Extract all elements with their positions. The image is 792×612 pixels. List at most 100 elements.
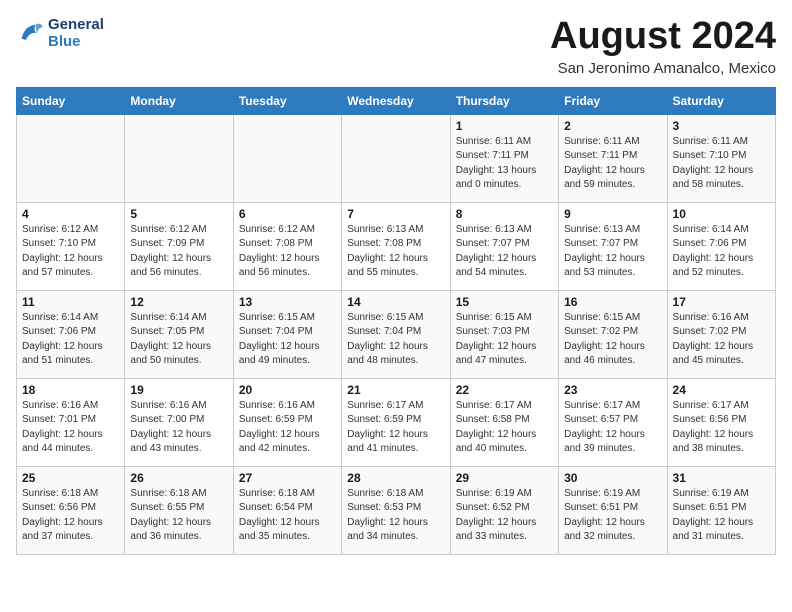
day-number: 28	[347, 471, 444, 485]
day-number: 29	[456, 471, 553, 485]
day-info: Sunrise: 6:17 AM Sunset: 6:59 PM Dayligh…	[347, 399, 444, 457]
calendar-cell	[125, 114, 233, 202]
calendar-cell: 30Sunrise: 6:19 AM Sunset: 6:51 PM Dayli…	[559, 466, 667, 554]
day-info: Sunrise: 6:19 AM Sunset: 6:52 PM Dayligh…	[456, 487, 553, 545]
day-info: Sunrise: 6:13 AM Sunset: 7:07 PM Dayligh…	[564, 223, 661, 281]
calendar-cell: 4 Sunrise: 6:12 AM Sunset: 7:10 PM Daylig…	[17, 202, 125, 290]
day-number: 27	[239, 471, 336, 485]
calendar-cell: 6 Sunrise: 6:12 AM Sunset: 7:08 PM Daylig…	[233, 202, 341, 290]
day-info: Sunrise: 6:15 AM Sunset: 7:03 PM Dayligh…	[456, 311, 553, 369]
day-number: 15	[456, 295, 553, 309]
calendar-cell: 28 Sunrise: 6:18 AM Sunset: 6:53 PM Dayli…	[342, 466, 450, 554]
calendar-cell	[17, 114, 125, 202]
day-number: 12	[130, 295, 227, 309]
day-number: 25	[22, 471, 119, 485]
calendar-cell: 13 Sunrise: 6:15 AM Sunset: 7:04 PM Dayli…	[233, 290, 341, 378]
calendar-header: SundayMondayTuesdayWednesdayThursdayFrid…	[17, 87, 776, 114]
day-info: Sunrise: 6:16 AM Sunset: 6:59 PM Dayligh…	[239, 399, 336, 457]
calendar-cell: 24Sunrise: 6:17 AM Sunset: 6:56 PM Dayli…	[667, 378, 775, 466]
calendar-body: 1 Sunrise: 6:11 AM Sunset: 7:11 PM Daylig…	[17, 114, 776, 554]
week-row-4: 18 Sunrise: 6:16 AM Sunset: 7:01 PM Dayli…	[17, 378, 776, 466]
day-info: Sunrise: 6:17 AM Sunset: 6:56 PM Dayligh…	[673, 399, 770, 457]
calendar-cell: 17 Sunrise: 6:16 AM Sunset: 7:02 PM Dayli…	[667, 290, 775, 378]
day-info: Sunrise: 6:16 AM Sunset: 7:01 PM Dayligh…	[22, 399, 119, 457]
day-number: 21	[347, 383, 444, 397]
header-cell-saturday: Saturday	[667, 87, 775, 114]
calendar-cell: 26Sunrise: 6:18 AM Sunset: 6:55 PM Dayli…	[125, 466, 233, 554]
calendar-cell: 18 Sunrise: 6:16 AM Sunset: 7:01 PM Dayli…	[17, 378, 125, 466]
calendar-cell: 10 Sunrise: 6:14 AM Sunset: 7:06 PM Dayli…	[667, 202, 775, 290]
header-cell-sunday: Sunday	[17, 87, 125, 114]
day-info: Sunrise: 6:13 AM Sunset: 7:08 PM Dayligh…	[347, 223, 444, 281]
day-info: Sunrise: 6:14 AM Sunset: 7:06 PM Dayligh…	[673, 223, 770, 281]
calendar-cell	[342, 114, 450, 202]
day-number: 1	[456, 119, 553, 133]
logo-text: General Blue	[48, 16, 104, 50]
day-info: Sunrise: 6:15 AM Sunset: 7:02 PM Dayligh…	[564, 311, 661, 369]
day-number: 17	[673, 295, 770, 309]
day-number: 6	[239, 207, 336, 221]
calendar-cell: 11 Sunrise: 6:14 AM Sunset: 7:06 PM Dayli…	[17, 290, 125, 378]
day-number: 4	[22, 207, 119, 221]
month-year-title: August 2024	[550, 16, 776, 58]
title-block: August 2024 San Jeronimo Amanalco, Mexic…	[550, 16, 776, 77]
day-info: Sunrise: 6:15 AM Sunset: 7:04 PM Dayligh…	[239, 311, 336, 369]
calendar-cell: 7 Sunrise: 6:13 AM Sunset: 7:08 PM Daylig…	[342, 202, 450, 290]
calendar-cell: 3Sunrise: 6:11 AM Sunset: 7:10 PM Daylig…	[667, 114, 775, 202]
calendar-table: SundayMondayTuesdayWednesdayThursdayFrid…	[16, 87, 776, 555]
calendar-cell: 21 Sunrise: 6:17 AM Sunset: 6:59 PM Dayli…	[342, 378, 450, 466]
header-cell-monday: Monday	[125, 87, 233, 114]
day-info: Sunrise: 6:13 AM Sunset: 7:07 PM Dayligh…	[456, 223, 553, 281]
day-number: 13	[239, 295, 336, 309]
day-info: Sunrise: 6:18 AM Sunset: 6:56 PM Dayligh…	[22, 487, 119, 545]
header-cell-wednesday: Wednesday	[342, 87, 450, 114]
calendar-cell: 9 Sunrise: 6:13 AM Sunset: 7:07 PM Daylig…	[559, 202, 667, 290]
day-number: 10	[673, 207, 770, 221]
day-number: 11	[22, 295, 119, 309]
day-info: Sunrise: 6:17 AM Sunset: 6:58 PM Dayligh…	[456, 399, 553, 457]
calendar-cell: 23Sunrise: 6:17 AM Sunset: 6:57 PM Dayli…	[559, 378, 667, 466]
day-number: 20	[239, 383, 336, 397]
day-number: 2	[564, 119, 661, 133]
day-info: Sunrise: 6:12 AM Sunset: 7:08 PM Dayligh…	[239, 223, 336, 281]
header-cell-friday: Friday	[559, 87, 667, 114]
day-number: 19	[130, 383, 227, 397]
day-info: Sunrise: 6:16 AM Sunset: 7:02 PM Dayligh…	[673, 311, 770, 369]
day-info: Sunrise: 6:11 AM Sunset: 7:11 PM Dayligh…	[456, 135, 553, 193]
day-number: 5	[130, 207, 227, 221]
week-row-5: 25 Sunrise: 6:18 AM Sunset: 6:56 PM Dayli…	[17, 466, 776, 554]
day-info: Sunrise: 6:18 AM Sunset: 6:54 PM Dayligh…	[239, 487, 336, 545]
day-info: Sunrise: 6:11 AM Sunset: 7:11 PM Dayligh…	[564, 135, 661, 193]
calendar-cell: 15 Sunrise: 6:15 AM Sunset: 7:03 PM Dayli…	[450, 290, 558, 378]
day-info: Sunrise: 6:14 AM Sunset: 7:06 PM Dayligh…	[22, 311, 119, 369]
calendar-cell: 5 Sunrise: 6:12 AM Sunset: 7:09 PM Daylig…	[125, 202, 233, 290]
day-number: 9	[564, 207, 661, 221]
location-subtitle: San Jeronimo Amanalco, Mexico	[550, 60, 776, 77]
day-number: 31	[673, 471, 770, 485]
day-info: Sunrise: 6:19 AM Sunset: 6:51 PM Dayligh…	[564, 487, 661, 545]
day-info: Sunrise: 6:15 AM Sunset: 7:04 PM Dayligh…	[347, 311, 444, 369]
week-row-3: 11 Sunrise: 6:14 AM Sunset: 7:06 PM Dayli…	[17, 290, 776, 378]
day-info: Sunrise: 6:11 AM Sunset: 7:10 PM Dayligh…	[673, 135, 770, 193]
header-cell-thursday: Thursday	[450, 87, 558, 114]
logo: General Blue	[16, 16, 104, 50]
calendar-cell: 29 Sunrise: 6:19 AM Sunset: 6:52 PM Dayli…	[450, 466, 558, 554]
day-number: 14	[347, 295, 444, 309]
calendar-cell: 2 Sunrise: 6:11 AM Sunset: 7:11 PM Daylig…	[559, 114, 667, 202]
calendar-cell: 22Sunrise: 6:17 AM Sunset: 6:58 PM Dayli…	[450, 378, 558, 466]
day-info: Sunrise: 6:18 AM Sunset: 6:53 PM Dayligh…	[347, 487, 444, 545]
calendar-cell: 14 Sunrise: 6:15 AM Sunset: 7:04 PM Dayli…	[342, 290, 450, 378]
day-number: 16	[564, 295, 661, 309]
day-info: Sunrise: 6:12 AM Sunset: 7:09 PM Dayligh…	[130, 223, 227, 281]
calendar-cell: 19Sunrise: 6:16 AM Sunset: 7:00 PM Dayli…	[125, 378, 233, 466]
day-number: 18	[22, 383, 119, 397]
header-cell-tuesday: Tuesday	[233, 87, 341, 114]
calendar-cell: 25 Sunrise: 6:18 AM Sunset: 6:56 PM Dayli…	[17, 466, 125, 554]
day-number: 7	[347, 207, 444, 221]
calendar-cell: 20 Sunrise: 6:16 AM Sunset: 6:59 PM Dayli…	[233, 378, 341, 466]
week-row-2: 4 Sunrise: 6:12 AM Sunset: 7:10 PM Daylig…	[17, 202, 776, 290]
day-info: Sunrise: 6:19 AM Sunset: 6:51 PM Dayligh…	[673, 487, 770, 545]
calendar-cell: 27 Sunrise: 6:18 AM Sunset: 6:54 PM Dayli…	[233, 466, 341, 554]
day-info: Sunrise: 6:12 AM Sunset: 7:10 PM Dayligh…	[22, 223, 119, 281]
calendar-cell: 1 Sunrise: 6:11 AM Sunset: 7:11 PM Daylig…	[450, 114, 558, 202]
